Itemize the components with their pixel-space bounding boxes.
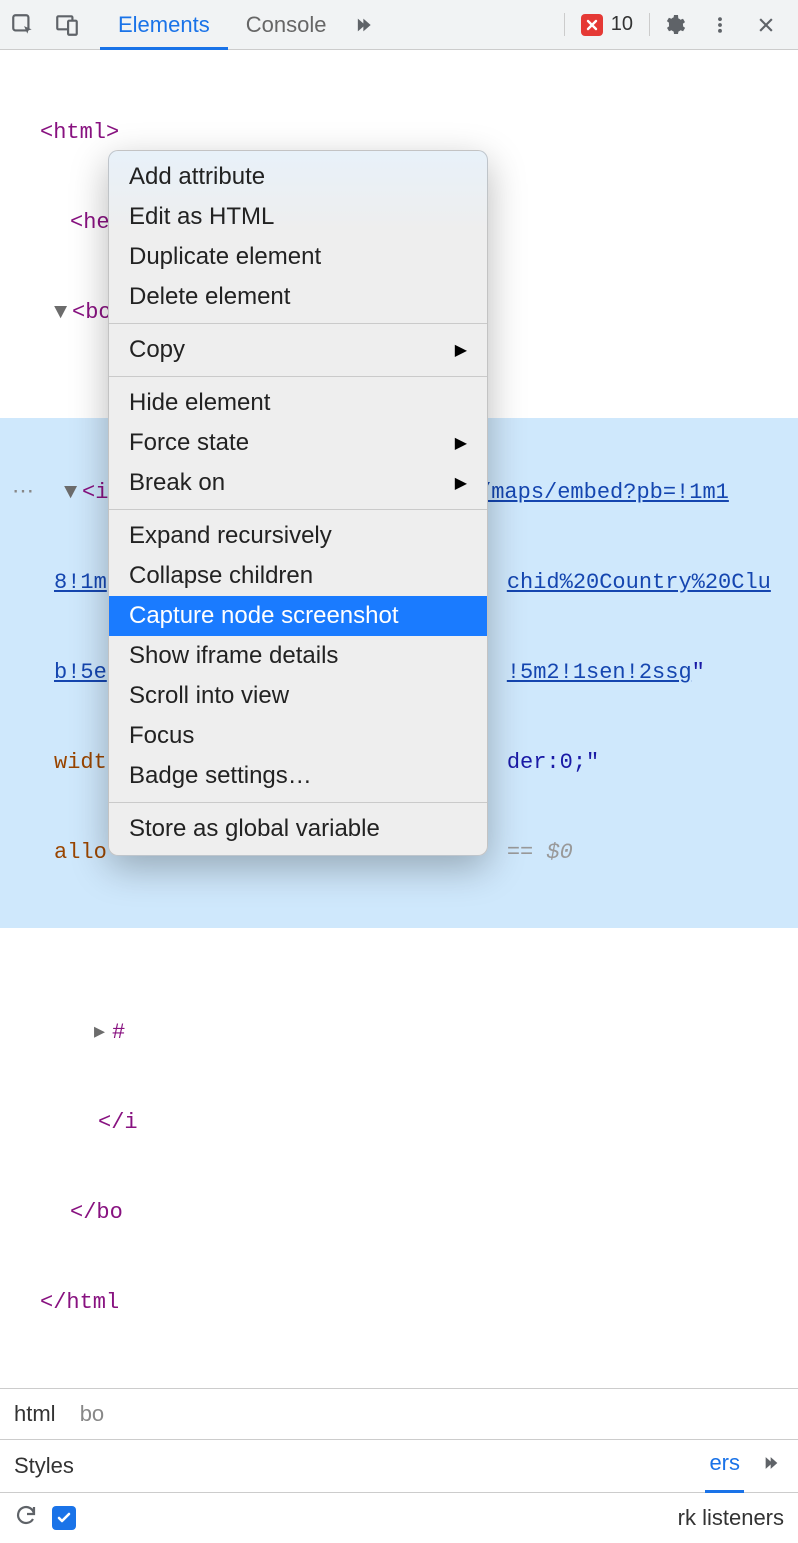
menu-item-label: Scroll into view xyxy=(129,682,467,710)
attr-allow-fragment: allo xyxy=(54,838,107,868)
menu-item-copy[interactable]: Copy▶ xyxy=(109,330,487,370)
submenu-arrow-icon: ▶ xyxy=(455,433,467,453)
tab-console[interactable]: Console xyxy=(228,0,345,49)
menu-item-label: Capture node screenshot xyxy=(129,602,467,630)
tag-iframe-close-fragment: /i xyxy=(111,1108,137,1138)
tag-body-close-fragment: /bo xyxy=(83,1198,123,1228)
gutter-ellipsis-icon[interactable]: ⋯ xyxy=(0,478,40,508)
device-toggle-icon[interactable] xyxy=(54,12,80,38)
inspect-element-icon[interactable] xyxy=(10,12,36,38)
menu-item-store-as-global-variable[interactable]: Store as global variable xyxy=(109,809,487,849)
menu-item-hide-element[interactable]: Hide element xyxy=(109,383,487,423)
attr-quote: " xyxy=(692,658,705,688)
devtools-toolbar: Elements Console 10 xyxy=(0,0,798,50)
menu-item-badge-settings[interactable]: Badge settings… xyxy=(109,756,487,796)
menu-item-delete-element[interactable]: Delete element xyxy=(109,277,487,317)
error-count-value: 10 xyxy=(611,13,633,36)
context-menu: Add attribute Edit as HTML Duplicate eleme… xyxy=(108,150,488,856)
menu-item-label: Badge settings… xyxy=(129,762,467,790)
menu-item-label: Duplicate element xyxy=(129,243,467,271)
error-count-badge[interactable]: 10 xyxy=(564,13,650,36)
iframe-src-fragment-2b: chid%20Country%20Clu xyxy=(507,568,771,598)
menu-item-label: Add attribute xyxy=(129,163,467,191)
framework-listeners-label-fragment: rk listeners xyxy=(678,1505,784,1531)
shadow-root-fragment: # xyxy=(112,1018,125,1048)
menu-item-label: Hide element xyxy=(129,389,467,417)
kebab-menu-icon[interactable] xyxy=(698,3,742,47)
menu-item-focus[interactable]: Focus xyxy=(109,716,487,756)
event-listeners-toolbar: rk listeners xyxy=(0,1492,798,1543)
tab-console-label: Console xyxy=(246,12,327,38)
menu-separator xyxy=(109,802,487,803)
menu-item-label: Delete element xyxy=(129,283,467,311)
tab-elements-label: Elements xyxy=(118,12,210,38)
menu-item-label: Force state xyxy=(129,429,455,457)
breadcrumb[interactable]: html bo xyxy=(0,1388,798,1439)
settings-icon[interactable] xyxy=(652,3,696,47)
tab-styles[interactable]: Styles xyxy=(14,1453,74,1479)
menu-item-collapse-children[interactable]: Collapse children xyxy=(109,556,487,596)
menu-separator xyxy=(109,376,487,377)
menu-item-label: Collapse children xyxy=(129,562,467,590)
tab-event-listeners-fragment[interactable]: ers xyxy=(709,1450,740,1482)
tabs-overflow-button[interactable] xyxy=(344,14,390,36)
menu-item-force-state[interactable]: Force state▶ xyxy=(109,423,487,463)
iframe-src-fragment-3b: !5m2!1sen!2ssg xyxy=(507,658,692,688)
refresh-icon[interactable] xyxy=(14,1503,38,1533)
tag-html-open: html xyxy=(53,118,106,148)
menu-item-scroll-into-view[interactable]: Scroll into view xyxy=(109,676,487,716)
menu-item-edit-as-html[interactable]: Edit as HTML xyxy=(109,197,487,237)
menu-item-label: Edit as HTML xyxy=(129,203,467,231)
tab-elements[interactable]: Elements xyxy=(100,0,228,49)
menu-item-add-attribute[interactable]: Add attribute xyxy=(109,157,487,197)
menu-item-label: Break on xyxy=(129,469,455,497)
submenu-arrow-icon: ▶ xyxy=(455,340,467,360)
menu-separator xyxy=(109,323,487,324)
menu-item-capture-node-screenshot[interactable]: Capture node screenshot xyxy=(109,596,487,636)
iframe-src-fragment-3a: b!5e xyxy=(54,658,107,688)
error-icon xyxy=(581,14,603,36)
iframe-src-fragment-1: om/maps/embed?pb=!1m1 xyxy=(452,478,729,508)
menu-item-expand-recursively[interactable]: Expand recursively xyxy=(109,516,487,556)
toolbar-right: 10 xyxy=(564,3,798,47)
menu-item-label: Focus xyxy=(129,722,467,750)
menu-item-label: Copy xyxy=(129,336,455,364)
sidebar-tabs-overflow-icon[interactable] xyxy=(764,1453,784,1479)
close-icon[interactable] xyxy=(744,3,788,47)
menu-item-label: Expand recursively xyxy=(129,522,467,550)
menu-item-label: Show iframe details xyxy=(129,642,467,670)
sidebar-tabs: Styles ers xyxy=(0,1439,798,1492)
ancestors-checkbox[interactable] xyxy=(52,1506,76,1530)
breadcrumb-body-fragment[interactable]: bo xyxy=(80,1401,104,1426)
menu-item-duplicate-element[interactable]: Duplicate element xyxy=(109,237,487,277)
iframe-src-fragment-2a: 8!1m xyxy=(54,568,107,598)
menu-separator xyxy=(109,509,487,510)
breadcrumb-html[interactable]: html xyxy=(14,1401,56,1426)
attr-width-fragment: widt xyxy=(54,748,107,778)
submenu-arrow-icon: ▶ xyxy=(455,473,467,493)
tag-html-close-fragment: /html xyxy=(53,1288,119,1318)
panel-tabs: Elements Console xyxy=(100,0,344,49)
attr-style-fragment: der:0; xyxy=(507,748,586,778)
menu-item-label: Store as global variable xyxy=(129,815,467,843)
menu-item-break-on[interactable]: Break on▶ xyxy=(109,463,487,503)
selected-marker: == $0 xyxy=(507,838,573,868)
toolbar-left-icons xyxy=(0,12,90,38)
menu-item-show-iframe-details[interactable]: Show iframe details xyxy=(109,636,487,676)
attr-quote-2: " xyxy=(586,748,599,778)
